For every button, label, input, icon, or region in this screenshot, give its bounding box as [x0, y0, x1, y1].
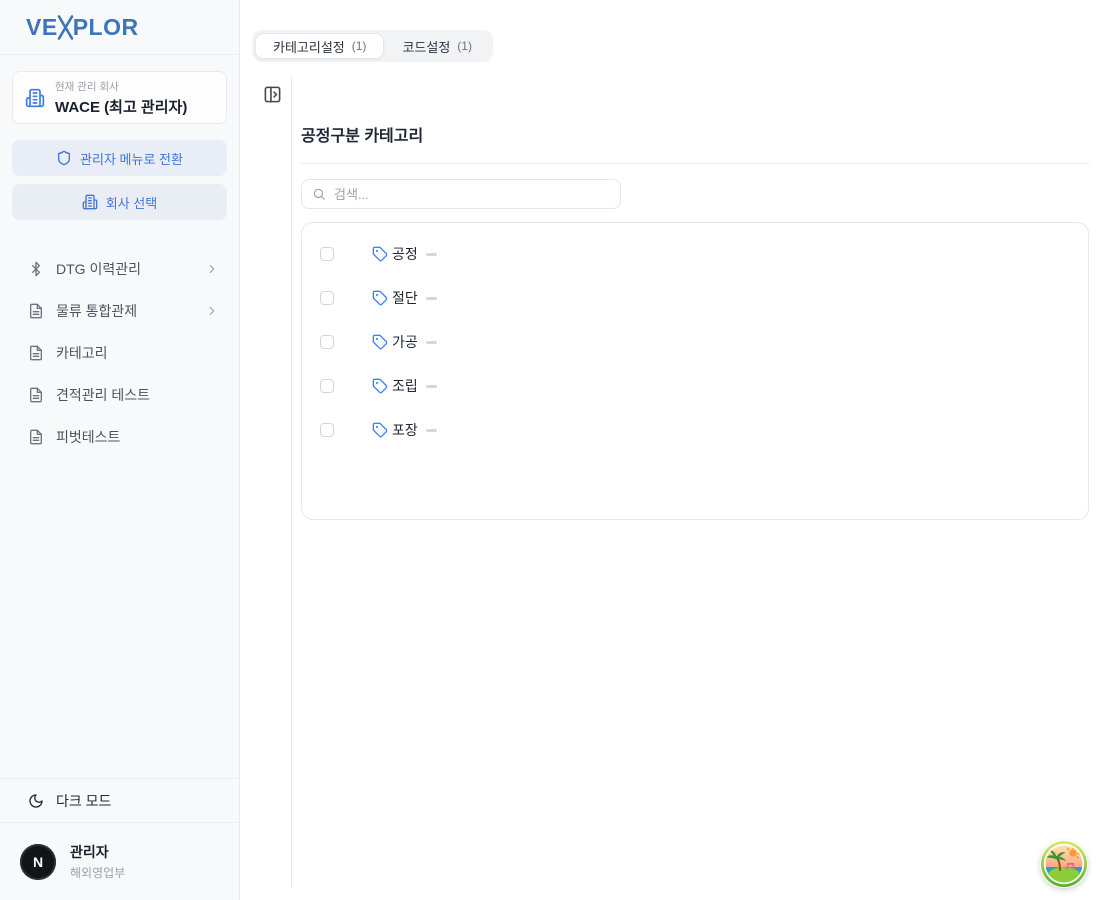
tab-label: 코드설정: [402, 37, 450, 56]
category-checkbox[interactable]: [320, 291, 334, 305]
category-list-card: 공정 절단 가공: [301, 222, 1089, 520]
sidebar-menu-item-label: 카테고리: [56, 343, 193, 363]
category-checkbox[interactable]: [320, 379, 334, 393]
logo-x-icon: [57, 14, 74, 41]
divider: [301, 163, 1089, 164]
sidebar-menu-item-label: DTG 이력관리: [56, 259, 193, 279]
file-icon: [28, 303, 44, 319]
category-dash: [426, 341, 437, 344]
sidebar: VE PLOR 현재 관리 회사 WACE (최고 관리자) 관리자 메뉴로 전…: [0, 0, 240, 900]
sidebar-menu-item[interactable]: 물류 통합관제: [0, 290, 239, 332]
sidebar-menu-item[interactable]: 피벗테스트: [0, 416, 239, 458]
category-checkbox[interactable]: [320, 423, 334, 437]
tab-bar: 카테고리설정 (1) 코드설정 (1): [252, 30, 493, 62]
select-company-button[interactable]: 회사 선택: [12, 184, 227, 220]
tag-icon: [372, 378, 388, 394]
category-row[interactable]: 절단: [302, 276, 1088, 320]
dark-mode-toggle[interactable]: 다크 모드: [0, 778, 239, 822]
island-floating-button[interactable]: [1040, 840, 1088, 888]
page-title: 공정구분 카테고리: [301, 122, 1088, 146]
current-company-name: WACE (최고 관리자): [55, 96, 187, 117]
current-company-label: 현재 관리 회사: [55, 79, 187, 94]
category-row[interactable]: 가공: [302, 320, 1088, 364]
category-label: 가공: [392, 332, 418, 352]
sidebar-menu-item-label: 피벗테스트: [56, 427, 193, 447]
logo-row: VE PLOR: [0, 0, 239, 55]
category-row[interactable]: 조립: [302, 364, 1088, 408]
building-icon: [82, 194, 98, 210]
panel-toggle-button[interactable]: [263, 84, 283, 104]
logo-text-left: VE: [26, 14, 58, 41]
sidebar-menu-item[interactable]: DTG 이력관리: [0, 248, 239, 290]
search-box: [301, 179, 621, 209]
tropical-island-icon: [1040, 840, 1088, 888]
category-label: 절단: [392, 288, 418, 308]
category-checkbox[interactable]: [320, 247, 334, 261]
tab[interactable]: 카테고리설정 (1): [255, 33, 384, 59]
sidebar-menu-item-label: 물류 통합관제: [56, 301, 193, 321]
tag-icon: [372, 246, 388, 262]
file-icon: [28, 387, 44, 403]
dark-mode-label: 다크 모드: [56, 791, 111, 811]
sidebar-menu-item-label: 견적관리 테스트: [56, 385, 193, 405]
tab[interactable]: 코드설정 (1): [384, 33, 490, 59]
category-row[interactable]: 공정: [302, 232, 1088, 276]
file-icon: [28, 429, 44, 445]
building-icon: [25, 88, 45, 108]
tab-count: (1): [352, 39, 367, 53]
tag-icon: [372, 334, 388, 350]
current-company-card: 현재 관리 회사 WACE (최고 관리자): [12, 71, 227, 124]
panel-toggle-icon: [263, 85, 283, 104]
tag-icon: [372, 422, 388, 438]
user-department: 해외영업부: [70, 864, 125, 881]
tab-count: (1): [457, 39, 472, 53]
shield-icon: [56, 150, 72, 166]
category-label: 포장: [392, 420, 418, 440]
switch-admin-menu-label: 관리자 메뉴로 전환: [80, 149, 183, 168]
tab-label: 카테고리설정: [273, 37, 345, 56]
tag-icon: [372, 290, 388, 306]
moon-icon: [28, 793, 44, 809]
main-content: 카테고리설정 (1) 코드설정 (1) 공정구분 카테고리: [240, 0, 1100, 900]
chevron-right-icon: [205, 262, 219, 276]
search-input[interactable]: [334, 187, 610, 202]
logo-text-right: PLOR: [73, 14, 139, 41]
select-company-label: 회사 선택: [106, 193, 157, 212]
category-dash: [426, 385, 437, 388]
category-dash: [426, 429, 437, 432]
category-row[interactable]: 포장: [302, 408, 1088, 452]
user-name: 관리자: [70, 842, 125, 862]
category-panel: 공정구분 카테고리 공정: [291, 77, 1088, 887]
search-icon: [312, 187, 326, 201]
bluetooth-icon: [28, 261, 44, 277]
sidebar-menu: DTG 이력관리 물류 통합관제 카테고리: [0, 248, 239, 458]
category-dash: [426, 253, 437, 256]
category-label: 조립: [392, 376, 418, 396]
chevron-right-icon: [205, 304, 219, 318]
category-dash: [426, 297, 437, 300]
switch-admin-menu-button[interactable]: 관리자 메뉴로 전환: [12, 140, 227, 176]
category-label: 공정: [392, 244, 418, 264]
avatar: N: [20, 844, 56, 880]
sidebar-menu-item[interactable]: 카테고리: [0, 332, 239, 374]
category-checkbox[interactable]: [320, 335, 334, 349]
vexplor-logo: VE PLOR: [26, 14, 139, 41]
sidebar-menu-item[interactable]: 견적관리 테스트: [0, 374, 239, 416]
file-icon: [28, 345, 44, 361]
user-profile[interactable]: N 관리자 해외영업부: [0, 822, 239, 900]
